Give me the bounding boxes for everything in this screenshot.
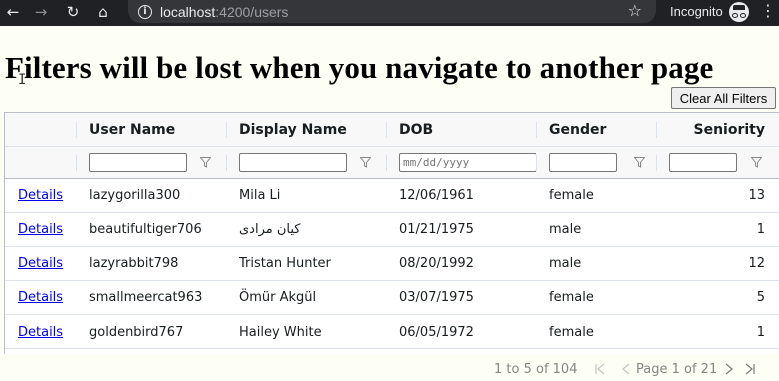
display-name-cell: کیان مرادی bbox=[239, 222, 301, 237]
gender-cell: male bbox=[549, 256, 582, 271]
address-bar[interactable]: i localhost:4200/users ☆ bbox=[128, 0, 656, 23]
dob-filter bbox=[386, 147, 536, 178]
table-row: Details smallmeercat963 Ömür Akgül 03/07… bbox=[5, 281, 779, 315]
dob-cell: 12/06/1961 bbox=[399, 188, 474, 203]
table-row: Details beautifultiger706 کیان مرادی 01/… bbox=[5, 213, 779, 247]
text-cursor-icon: I bbox=[18, 72, 27, 88]
gender-filter bbox=[536, 147, 656, 178]
seniority-filter-input[interactable] bbox=[669, 153, 737, 172]
column-header-gender[interactable]: Gender bbox=[536, 113, 656, 146]
details-link[interactable]: Details bbox=[18, 290, 63, 305]
display-name-cell: Tristan Hunter bbox=[239, 256, 331, 271]
bookmark-star-icon[interactable]: ☆ bbox=[628, 1, 642, 20]
details-link[interactable]: Details bbox=[18, 222, 63, 237]
dob-cell: 06/05/1972 bbox=[399, 324, 474, 340]
seniority-cell: 13 bbox=[748, 188, 765, 203]
browser-toolbar: ← → ↻ ⌂ i localhost:4200/users ☆ Incogni… bbox=[0, 0, 779, 26]
page-title: Filters will be lost when you navigate t… bbox=[5, 50, 714, 85]
details-cell: Details bbox=[5, 213, 76, 246]
pagination-panel: 1 to 5 of 104 Page 1 of 21 bbox=[4, 356, 779, 381]
details-cell: Details bbox=[5, 281, 76, 314]
users-grid: User Name Display Name DOB Gender Senior… bbox=[4, 112, 779, 354]
display-name-cell: Hailey White bbox=[239, 324, 322, 340]
seniority-cell: 12 bbox=[748, 256, 765, 271]
address-url[interactable]: localhost:4200/users bbox=[160, 4, 288, 20]
filter-funnel-icon[interactable] bbox=[751, 157, 762, 168]
grid-header: User Name Display Name DOB Gender Senior… bbox=[5, 113, 779, 147]
display-name-cell: Ömür Akgül bbox=[239, 290, 317, 305]
gender-cell: female bbox=[549, 290, 594, 305]
site-info-icon[interactable]: i bbox=[138, 4, 152, 19]
details-link[interactable]: Details bbox=[18, 188, 63, 203]
details-link[interactable]: Details bbox=[18, 256, 63, 271]
display-name-filter bbox=[226, 147, 386, 178]
filter-funnel-icon[interactable] bbox=[360, 157, 371, 168]
dob-cell: 08/20/1992 bbox=[399, 256, 474, 271]
horizontal-scrollbar[interactable] bbox=[5, 348, 779, 354]
previous-page-icon[interactable] bbox=[621, 363, 631, 375]
column-header-user-name[interactable]: User Name bbox=[76, 113, 226, 146]
gender-cell: female bbox=[549, 188, 594, 203]
column-header-seniority[interactable]: Seniority bbox=[656, 113, 779, 146]
url-host: localhost bbox=[160, 3, 216, 20]
gender-filter-input[interactable] bbox=[549, 153, 617, 172]
incognito-label: Incognito bbox=[670, 4, 723, 19]
filter-funnel-icon[interactable] bbox=[200, 157, 211, 168]
row-summary: 1 to 5 of 104 bbox=[494, 362, 578, 377]
reload-icon[interactable]: ↻ bbox=[62, 0, 84, 23]
dob-cell: 01/21/1975 bbox=[399, 222, 474, 237]
clear-all-filters-button[interactable]: Clear All Filters bbox=[671, 87, 776, 109]
gender-cell: female bbox=[549, 324, 594, 340]
user-name-filter-input[interactable] bbox=[89, 153, 187, 172]
user-name-cell: lazygorilla300 bbox=[89, 188, 181, 203]
home-icon[interactable]: ⌂ bbox=[92, 0, 114, 23]
seniority-cell: 1 bbox=[756, 324, 765, 340]
details-cell: Details bbox=[5, 247, 76, 280]
url-path: :4200/users bbox=[215, 3, 289, 20]
user-name-cell: beautifultiger706 bbox=[89, 222, 202, 237]
gender-cell: male bbox=[549, 222, 582, 237]
table-row: Details lazyrabbit798 Tristan Hunter 08/… bbox=[5, 247, 779, 281]
user-name-cell: goldenbird767 bbox=[89, 324, 184, 340]
filter-funnel-icon[interactable] bbox=[634, 157, 645, 168]
dob-filter-input[interactable] bbox=[399, 153, 536, 172]
browser-menu-icon[interactable]: ⋮ bbox=[760, 1, 776, 20]
forward-arrow-icon[interactable]: → bbox=[30, 0, 52, 23]
user-name-cell: lazyrabbit798 bbox=[89, 256, 179, 271]
seniority-filter bbox=[656, 147, 779, 178]
seniority-cell: 5 bbox=[756, 290, 765, 305]
column-header-dob[interactable]: DOB bbox=[386, 113, 536, 146]
details-link[interactable]: Details bbox=[18, 325, 63, 340]
next-page-icon[interactable] bbox=[724, 363, 734, 375]
column-header-display-name[interactable]: Display Name bbox=[226, 113, 386, 146]
incognito-icon[interactable] bbox=[729, 2, 749, 22]
column-header-actions bbox=[5, 113, 76, 146]
last-page-icon[interactable] bbox=[744, 363, 756, 375]
display-name-cell: Mila Li bbox=[239, 188, 281, 203]
dob-cell: 03/07/1975 bbox=[399, 290, 474, 305]
back-arrow-icon[interactable]: ← bbox=[2, 0, 24, 23]
page-indicator: Page 1 of 21 bbox=[636, 362, 718, 377]
seniority-cell: 1 bbox=[756, 222, 765, 237]
first-page-icon[interactable] bbox=[594, 363, 606, 375]
details-cell: Details bbox=[5, 315, 76, 349]
details-cell: Details bbox=[5, 179, 76, 212]
filter-row bbox=[5, 147, 779, 179]
table-row: Details goldenbird767 Hailey White 06/05… bbox=[5, 315, 779, 349]
user-name-filter bbox=[76, 147, 226, 178]
table-row: Details lazygorilla300 Mila Li 12/06/196… bbox=[5, 179, 779, 213]
user-name-cell: smallmeercat963 bbox=[89, 290, 203, 305]
display-name-filter-input[interactable] bbox=[239, 153, 347, 172]
